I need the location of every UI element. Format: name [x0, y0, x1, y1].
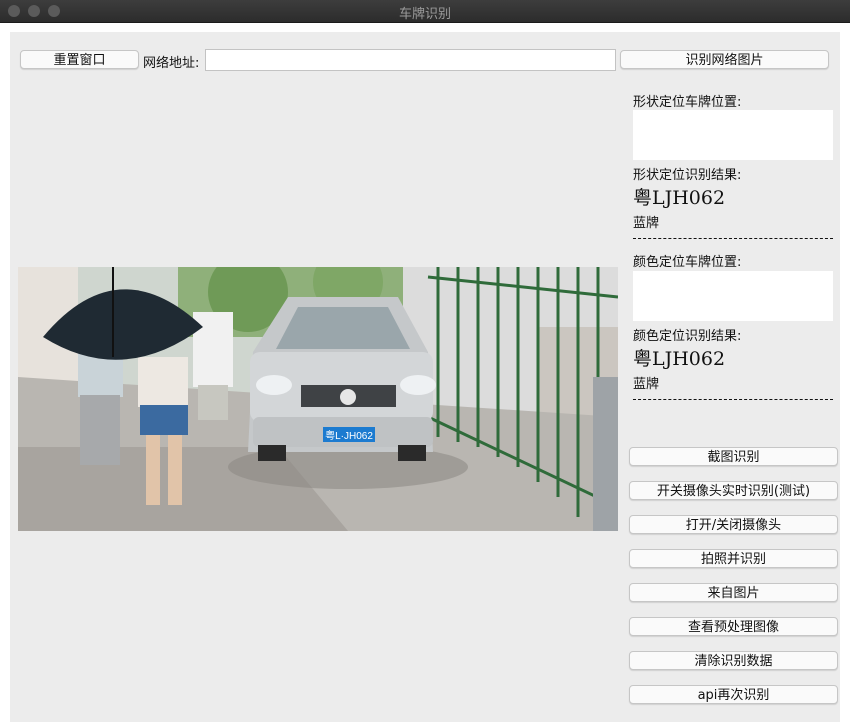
- source-photo: 粤L·JH062: [18, 267, 618, 531]
- from-image-button[interactable]: 来自图片: [629, 583, 838, 602]
- toggle-camera-realtime-button[interactable]: 开关摄像头实时识别(测试): [629, 481, 838, 500]
- shape-result-value: 粤LJH062: [633, 187, 726, 209]
- clear-data-button[interactable]: 清除识别数据: [629, 651, 838, 670]
- divider-1: [633, 238, 833, 239]
- color-plate-image: [633, 271, 833, 321]
- divider-2: [633, 399, 833, 400]
- color-result-label: 颜色定位识别结果:: [633, 329, 742, 344]
- shape-result-label: 形状定位识别结果:: [633, 168, 742, 183]
- recognize-url-image-button[interactable]: 识别网络图片: [620, 50, 829, 69]
- shape-position-label: 形状定位车牌位置:: [633, 95, 742, 110]
- color-position-label: 颜色定位车牌位置:: [633, 255, 742, 270]
- url-label: 网络地址:: [143, 56, 200, 71]
- window-title: 车牌识别: [398, 7, 451, 22]
- open-close-camera-button[interactable]: 打开/关闭摄像头: [629, 515, 838, 534]
- screenshot-recognize-button[interactable]: 截图识别: [629, 447, 838, 466]
- shape-plate-image: [633, 110, 833, 160]
- car-photo-illustration: 粤L·JH062: [18, 267, 618, 531]
- color-result-value: 粤LJH062: [633, 348, 726, 370]
- url-input[interactable]: [205, 49, 616, 71]
- shape-plate-color: 蓝牌: [633, 216, 660, 231]
- plate-text: 粤L·JH062: [325, 429, 373, 442]
- api-recognize-again-button[interactable]: api再次识别: [629, 685, 838, 704]
- window-titlebar: 车牌识别: [0, 0, 850, 23]
- capture-recognize-button[interactable]: 拍照并识别: [629, 549, 838, 568]
- color-plate-color: 蓝牌: [633, 377, 660, 392]
- reset-window-button[interactable]: 重置窗口: [20, 50, 139, 69]
- view-preprocessed-button[interactable]: 查看预处理图像: [629, 617, 838, 636]
